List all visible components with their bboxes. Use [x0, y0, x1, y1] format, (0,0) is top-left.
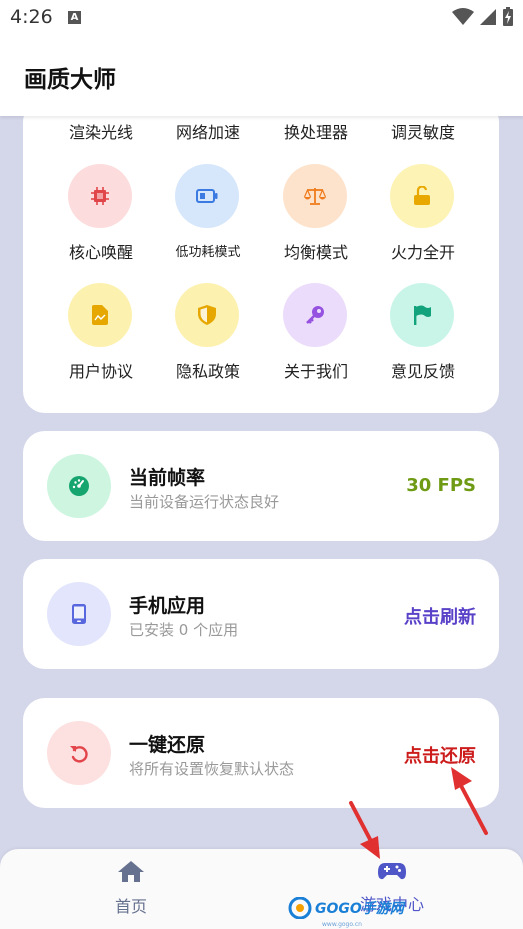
grid-item-low-power[interactable] — [175, 164, 239, 228]
nav-home[interactable]: 首页 — [61, 861, 201, 917]
grid-label-low-power: 低功耗模式 — [175, 245, 241, 260]
watermark-text: GOGO手游网 — [315, 901, 404, 917]
speedometer-icon — [69, 476, 89, 496]
fps-value: 30 FPS — [406, 475, 476, 496]
phone-icon — [72, 604, 86, 624]
grid-item-network-boost[interactable]: 网络加速 — [153, 119, 263, 143]
restore-subtitle: 将所有设置恢复默认状态 — [129, 760, 295, 778]
wifi-icon — [452, 7, 474, 25]
status-icons — [452, 7, 513, 26]
grid-item-render-light[interactable]: 渲染光线 — [46, 119, 156, 143]
grid-label-full-power: 火力全开 — [390, 243, 455, 262]
restore-button[interactable]: 点击还原 — [404, 742, 476, 768]
grid-label-feedback: 意见反馈 — [390, 362, 455, 381]
restore-icon-circle — [47, 721, 111, 785]
grid-item-balanced[interactable] — [283, 164, 347, 228]
gamepad-icon — [378, 863, 406, 880]
grid-item-adjust-sensitivity[interactable]: 调灵敏度 — [368, 119, 478, 143]
bottom-navigation: 首页 游戏中心 — [0, 849, 523, 929]
gogo-logo-icon — [288, 897, 312, 919]
feature-grid-card: 渲染光线 网络加速 换处理器 调灵敏度 核心唤醒 低功耗模式 均衡模式 火力全开… — [23, 100, 499, 413]
battery-icon — [196, 189, 218, 203]
signal-icon — [480, 8, 496, 25]
frame-rate-title: 当前帧率 — [129, 467, 206, 489]
scale-icon — [304, 188, 326, 205]
restore-card: 一键还原 将所有设置恢复默认状态 点击还原 — [23, 698, 499, 808]
grid-item-switch-processor[interactable]: 换处理器 — [261, 119, 371, 143]
grid-label-user-agreement: 用户协议 — [68, 362, 133, 381]
home-icon — [118, 861, 144, 882]
status-time: 4:26 — [10, 6, 53, 28]
grid-item-privacy-policy[interactable] — [175, 283, 239, 347]
undo-icon — [70, 746, 88, 763]
key-icon — [306, 306, 324, 324]
installed-apps-card: 手机应用 已安装 0 个应用 点击刷新 — [23, 559, 499, 669]
status-bar: 4:26 A — [0, 0, 523, 36]
grid-item-core-wake[interactable] — [68, 164, 132, 228]
installed-apps-subtitle: 已安装 0 个应用 — [129, 621, 239, 639]
grid-label-balanced: 均衡模式 — [283, 243, 348, 262]
apps-icon-circle — [47, 582, 111, 646]
grid-label-about-us: 关于我们 — [283, 362, 348, 381]
refresh-button[interactable]: 点击刷新 — [404, 603, 476, 629]
grid-item-full-power[interactable] — [390, 164, 454, 228]
frame-rate-card[interactable]: 当前帧率 当前设备运行状态良好 30 FPS — [23, 431, 499, 541]
grid-item-about-us[interactable] — [283, 283, 347, 347]
battery-status-icon — [503, 7, 513, 26]
grid-label-core-wake: 核心唤醒 — [68, 243, 133, 262]
shield-icon — [198, 305, 216, 325]
page-title: 画质大师 — [24, 67, 116, 93]
app-bar: 画质大师 — [0, 36, 523, 116]
grid-label-privacy-policy: 隐私政策 — [175, 362, 240, 381]
chip-icon — [91, 187, 109, 205]
frame-rate-icon-circle — [47, 454, 111, 518]
flag-icon — [414, 305, 431, 325]
frame-rate-subtitle: 当前设备运行状态良好 — [129, 493, 280, 511]
document-icon — [92, 305, 108, 325]
notification-a-icon: A — [68, 11, 81, 24]
restore-title: 一键还原 — [129, 734, 206, 756]
installed-apps-title: 手机应用 — [129, 595, 206, 617]
unlock-icon — [414, 186, 430, 205]
watermark-url: www.gogo.cn — [322, 921, 362, 928]
grid-item-user-agreement[interactable] — [68, 283, 132, 347]
grid-item-feedback[interactable] — [390, 283, 454, 347]
nav-home-label: 首页 — [114, 897, 147, 916]
watermark: GOGO手游网 — [288, 895, 404, 921]
